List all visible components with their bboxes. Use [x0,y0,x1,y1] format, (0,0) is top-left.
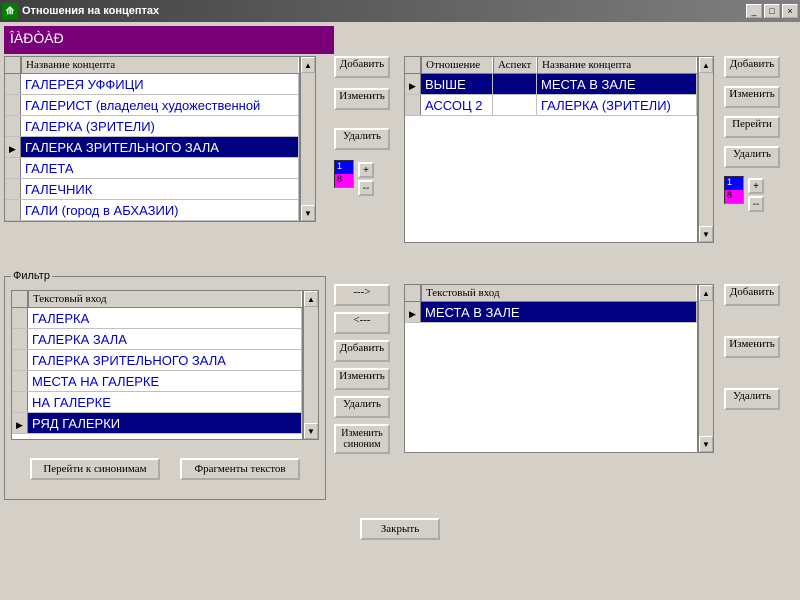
text-fragments-button[interactable]: Фрагменты текстов [180,458,300,480]
close-button[interactable]: × [782,4,798,18]
table-row[interactable]: ГАЛЕРЕЯ УФФИЦИ [5,74,299,95]
scroll-down-icon[interactable]: ▼ [699,226,713,242]
table-row[interactable]: ГАЛИ (город в АБХАЗИИ) [5,200,299,221]
minus-button[interactable]: -- [358,180,374,196]
table-row[interactable]: АССОЦ 2ГАЛЕРКА (ЗРИТЕЛИ) [405,95,697,116]
client-area: ÎÀÐÒÀÐ Название концепта ГАЛЕРЕЯ УФФИЦИГ… [0,22,800,600]
scroll-down-icon[interactable]: ▼ [301,205,315,221]
concept-scrollbar[interactable]: ▲ ▼ [300,56,316,222]
concept-grid[interactable]: Название концепта ГАЛЕРЕЯ УФФИЦИГАЛЕРИСТ… [4,56,300,222]
color-indicator: 1 8 [334,160,354,188]
delete-button[interactable]: Удалить [334,128,390,150]
table-row[interactable]: ГАЛЕРИСТ (владелец художественной [5,95,299,116]
back-button[interactable]: <--- [334,312,390,334]
delete-button-3[interactable]: Удалить [334,396,390,418]
add-button-3[interactable]: Добавить [334,340,390,362]
text-input-header: Текстовый вход [421,285,697,301]
go-button[interactable]: Перейти [724,116,780,138]
table-row[interactable]: ГАЛЕРКА ЗРИТЕЛЬНОГО ЗАЛА [5,137,299,158]
table-row[interactable]: ГАЛЕРКА [12,308,302,329]
color-indicator-2: 1 8 [724,176,744,204]
edit-button-3[interactable]: Изменить [334,368,390,390]
table-row[interactable]: ГАЛЕТА [5,158,299,179]
add-button-4[interactable]: Добавить [724,284,780,306]
textin-scrollbar[interactable]: ▲ ▼ [698,284,714,453]
search-header: ÎÀÐÒÀÐ [4,26,334,54]
minus-button-2[interactable]: -- [748,196,764,212]
close-dialog-button[interactable]: Закрыть [360,518,440,540]
edit-button[interactable]: Изменить [334,88,390,110]
rel-header-1: Отношение [421,57,493,73]
table-row[interactable]: РЯД ГАЛЕРКИ [12,413,302,434]
app-window: ⟰ Отношения на концептах _ □ × ÎÀÐÒÀÐ На… [0,0,800,600]
filter-group: Фильтр Текстовый вход ГАЛЕРКАГАЛЕРКА ЗАЛ… [4,270,326,500]
scroll-up-icon[interactable]: ▲ [699,285,713,301]
edit-button-4[interactable]: Изменить [724,336,780,358]
scroll-up-icon[interactable]: ▲ [699,57,713,73]
filter-legend: Фильтр [11,270,52,282]
table-row[interactable]: ГАЛЕРКА ЗРИТЕЛЬНОГО ЗАЛА [12,350,302,371]
goto-synonyms-button[interactable]: Перейти к синонимам [30,458,160,480]
edit-button-2[interactable]: Изменить [724,86,780,108]
table-row[interactable]: МЕСТА НА ГАЛЕРКЕ [12,371,302,392]
rel-header-3: Название концепта [537,57,697,73]
delete-button-4[interactable]: Удалить [724,388,780,410]
titlebar: ⟰ Отношения на концептах _ □ × [0,0,800,22]
rel-header-2: Аспект [493,57,537,73]
scroll-down-icon[interactable]: ▼ [699,436,713,452]
maximize-button[interactable]: □ [764,4,780,18]
table-row[interactable]: МЕСТА В ЗАЛЕ [405,302,697,323]
table-row[interactable]: ВЫШЕМЕСТА В ЗАЛЕ [405,74,697,95]
concept-header: Название концепта [21,57,299,73]
minimize-button[interactable]: _ [746,4,762,18]
filter-scrollbar[interactable]: ▲ ▼ [303,290,319,440]
filter-grid[interactable]: Текстовый вход ГАЛЕРКАГАЛЕРКА ЗАЛАГАЛЕРК… [11,290,303,440]
relations-grid[interactable]: Отношение Аспект Название концепта ВЫШЕМ… [404,56,698,243]
plus-button-2[interactable]: + [748,178,764,194]
edit-synonym-button[interactable]: Изменить синоним [334,424,390,454]
table-row[interactable]: ГАЛЕРКА ЗАЛА [12,329,302,350]
table-row[interactable]: ГАЛЕЧНИК [5,179,299,200]
table-row[interactable]: НА ГАЛЕРКЕ [12,392,302,413]
plus-button[interactable]: + [358,162,374,178]
table-row[interactable]: ГАЛЕРКА (ЗРИТЕЛИ) [5,116,299,137]
scroll-up-icon[interactable]: ▲ [301,57,315,73]
filter-header: Текстовый вход [28,291,302,307]
app-icon: ⟰ [2,3,18,19]
window-title: Отношения на концептах [22,5,744,17]
add-button-2[interactable]: Добавить [724,56,780,78]
relations-scrollbar[interactable]: ▲ ▼ [698,56,714,243]
add-button[interactable]: Добавить [334,56,390,78]
text-input-grid[interactable]: Текстовый вход МЕСТА В ЗАЛЕ [404,284,698,453]
forward-button[interactable]: ---> [334,284,390,306]
scroll-up-icon[interactable]: ▲ [304,291,318,307]
delete-button-2[interactable]: Удалить [724,146,780,168]
scroll-down-icon[interactable]: ▼ [304,423,318,439]
